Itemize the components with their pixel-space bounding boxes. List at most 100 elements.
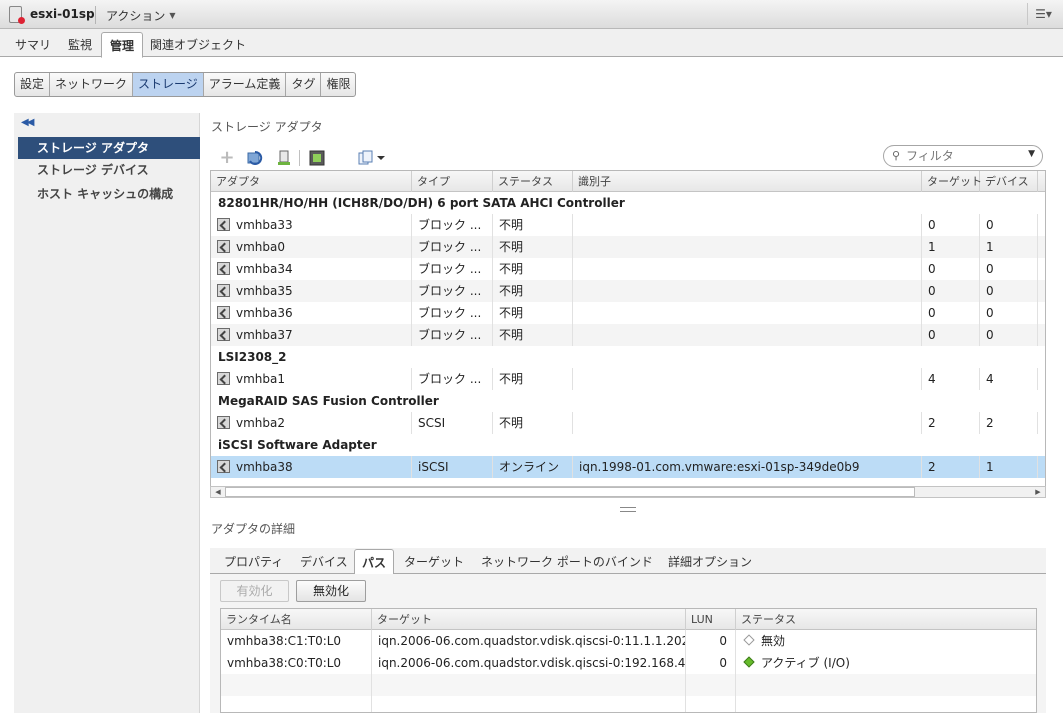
column-header-lun[interactable]: LUN [686,609,736,630]
tab-settings[interactable]: 設定 [15,73,51,96]
sidebar-item-storage-devices[interactable]: ストレージ デバイス [18,159,200,181]
adapter-targets: 0 [922,324,980,346]
list-menu-icon[interactable]: ☰▾ [1027,3,1059,25]
adapter-row[interactable]: vmhba37 ブロック ... 不明 0 0 [211,324,1045,346]
tab-advanced-options[interactable]: 詳細オプション [668,553,752,570]
refresh-storage-icon[interactable] [309,150,325,166]
chevron-down-icon[interactable]: ▼ [1028,149,1035,159]
tab-targets[interactable]: ターゲット [404,553,464,570]
pane-splitter-handle[interactable] [620,507,636,512]
empty-cell [221,674,372,696]
title-separator [95,6,96,24]
adapter-name: vmhba38 [211,456,412,478]
section-title-storage-adapters: ストレージ アダプタ [211,120,323,134]
adapter-type: ブロック ... [412,236,493,258]
storage-adapter-icon [217,416,230,429]
actions-menu[interactable]: アクション ▼ [106,7,176,24]
device-rescan-icon[interactable] [276,150,292,166]
add-icon[interactable]: + [219,149,235,167]
tab-network[interactable]: ネットワーク [50,73,134,96]
column-header-adapter[interactable]: アダプタ [211,171,412,192]
sidebar-item-storage-adapters[interactable]: ストレージ アダプタ [18,137,200,159]
adapter-devices: 1 [980,456,1038,478]
tab-monitor[interactable]: 監視 [68,36,92,53]
adapter-row[interactable]: vmhba35 ブロック ... 不明 0 0 [211,280,1045,302]
search-icon: ⚲ [892,149,901,162]
disable-button[interactable]: 無効化 [296,580,366,602]
adapter-name-text: vmhba33 [236,218,293,232]
column-header-targets[interactable]: ターゲット [922,171,982,192]
tab-permissions[interactable]: 権限 [321,73,355,96]
filter-input[interactable] [906,148,1016,164]
column-header-identifier[interactable]: 識別子 [573,171,922,192]
column-header-status[interactable]: ステータス [493,171,573,192]
adapter-name-text: vmhba36 [236,306,293,320]
adapter-row[interactable]: vmhba33 ブロック ... 不明 0 0 [211,214,1045,236]
adapter-name: vmhba33 [211,214,412,236]
tab-paths[interactable]: パス [354,549,395,575]
path-target: iqn.2006-06.com.quadstor.vdisk.qiscsi-0:… [372,652,686,674]
horizontal-scrollbar[interactable]: ◀ ▶ [210,486,1046,498]
tab-properties[interactable]: プロパティ [224,553,283,570]
adapter-group-label: LSI2308_2 [218,350,287,364]
adapter-group-label: iSCSI Software Adapter [218,438,377,452]
adapter-status: 不明 [493,236,573,258]
adapter-identifier [573,236,922,258]
column-header-runtime-name[interactable]: ランタイム名 [221,609,372,630]
tab-related-objects[interactable]: 関連オブジェクト [150,36,246,53]
enable-button[interactable]: 有効化 [220,580,289,602]
tab-devices[interactable]: デバイス [300,553,348,570]
adapter-targets: 1 [922,236,980,258]
sidebar-item-host-cache[interactable]: ホスト キャッシュの構成 [18,183,200,205]
column-header-target[interactable]: ターゲット [372,609,686,630]
storage-adapter-icon [217,218,230,231]
paths-table: ランタイム名 ターゲット LUN ステータス vmhba38:C1:T0:L0 i… [220,608,1037,713]
adapter-name: vmhba0 [211,236,412,258]
adapter-row[interactable]: vmhba38 iSCSI オンライン iqn.1998-01.com.vmware:… [211,456,1045,478]
tab-storage[interactable]: ストレージ [133,73,204,96]
copy-actions-icon[interactable] [358,150,386,166]
adapter-identifier [573,258,922,280]
path-target: iqn.2006-06.com.quadstor.vdisk.qiscsi-0:… [372,630,686,652]
adapter-identifier [573,280,922,302]
adapter-targets: 2 [922,456,980,478]
storage-adapter-table: アダプタ タイプ ステータス 識別子 ターゲット デバイス 82801HR/HO… [210,170,1046,498]
tab-network-port-binding[interactable]: ネットワーク ポートのバインド [481,553,653,570]
scrollbar-thumb[interactable] [225,487,915,497]
table-header: ランタイム名 ターゲット LUN ステータス [221,609,1036,630]
adapter-type: ブロック ... [412,258,493,280]
adapter-row[interactable]: vmhba2 SCSI 不明 2 2 [211,412,1045,434]
title-bar: esxi-01sp アクション ▼ ☰▾ [0,0,1063,29]
scroll-left-icon[interactable]: ◀ [211,487,225,497]
path-row[interactable]: vmhba38:C1:T0:L0 iqn.2006-06.com.quadstor… [221,630,1036,652]
adapter-type: ブロック ... [412,324,493,346]
adapter-row[interactable]: vmhba34 ブロック ... 不明 0 0 [211,258,1045,280]
adapter-row[interactable]: vmhba36 ブロック ... 不明 0 0 [211,302,1045,324]
column-header-type[interactable]: タイプ [412,171,493,192]
path-row[interactable]: vmhba38:C0:T0:L0 iqn.2006-06.com.quadstor… [221,652,1036,674]
path-runtime-name: vmhba38:C0:T0:L0 [221,652,372,674]
tab-summary[interactable]: サマリ [15,36,51,53]
adapter-targets: 0 [922,258,980,280]
tab-tags[interactable]: タグ [286,73,322,96]
adapter-name-text: vmhba37 [236,328,293,342]
adapter-group-label: 82801HR/HO/HH (ICH8R/DO/DH) 6 port SATA … [218,196,625,210]
column-header-devices[interactable]: デバイス [980,171,1038,192]
collapse-icon[interactable]: ◀◀ [21,117,34,128]
adapter-devices: 0 [980,214,1038,236]
detail-tab-bar: プロパティ デバイス パス ターゲット ネットワーク ポートのバインド 詳細オプ… [210,548,1046,575]
adapter-row[interactable]: vmhba0 ブロック ... 不明 1 1 [211,236,1045,258]
empty-cell [372,674,686,696]
tab-manage[interactable]: 管理 [101,32,144,58]
chevron-down-icon: ▼ [169,11,176,20]
adapter-identifier [573,302,922,324]
column-header-status[interactable]: ステータス [736,609,1036,630]
adapter-targets: 2 [922,412,980,434]
scroll-right-icon[interactable]: ▶ [1031,487,1045,497]
tab-alarm-definitions[interactable]: アラーム定義 [204,73,287,96]
path-status: アクティブ (I/O) [736,652,1036,674]
adapter-name-text: vmhba34 [236,262,293,276]
rescan-icon[interactable] [247,150,263,166]
storage-adapter-icon [217,372,230,385]
adapter-row[interactable]: vmhba1 ブロック ... 不明 4 4 [211,368,1045,390]
